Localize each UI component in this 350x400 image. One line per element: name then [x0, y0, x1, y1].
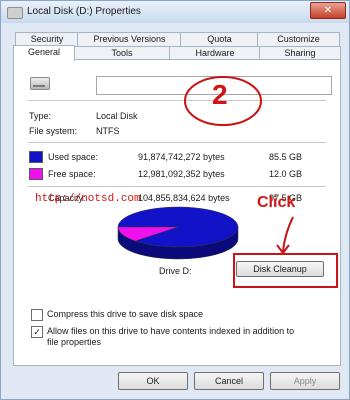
tab-general[interactable]: General	[13, 45, 75, 61]
properties-window: Local Disk (D:) Properties ✕ Security Pr…	[0, 0, 350, 400]
watermark-text: http://notsd.com	[35, 193, 141, 205]
annotation-step-number: 2	[212, 79, 228, 110]
annotation-click-text: Click	[257, 194, 296, 211]
annotation-highlight-box	[233, 253, 338, 288]
